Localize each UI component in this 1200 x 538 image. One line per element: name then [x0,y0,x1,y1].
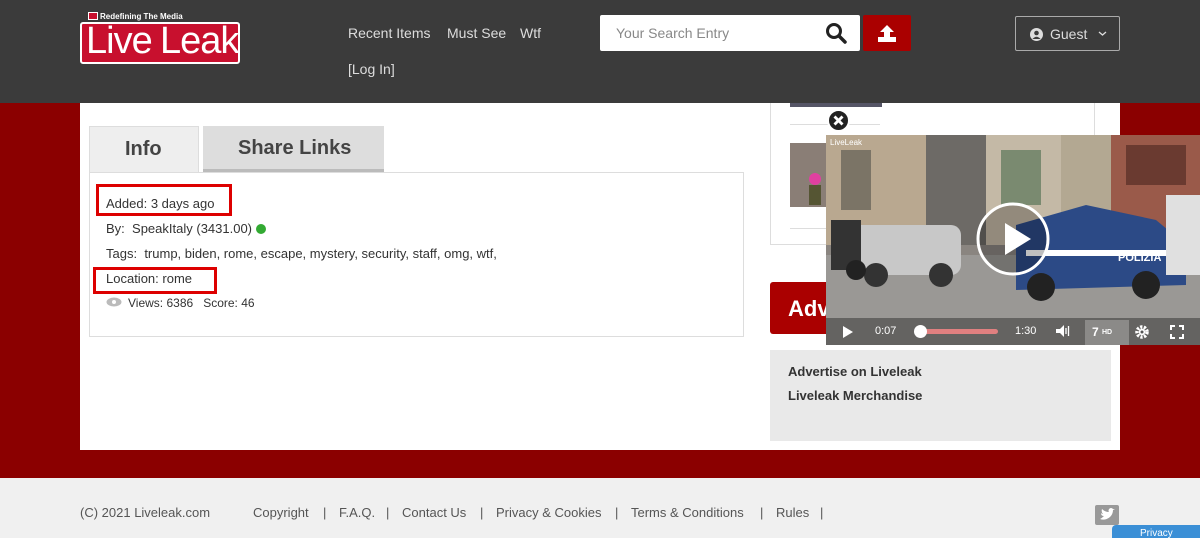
location-line: Location: rome [106,271,192,286]
chevron-down-icon [1098,31,1107,36]
tab-share-links[interactable]: Share Links [203,126,384,172]
score-value: 46 [241,296,255,310]
advertise-banner-text: Adv [788,296,830,321]
added-line: Added: 3 days ago [106,196,214,211]
progress-handle[interactable] [914,325,927,338]
tags-line: Tags: trump, biden, rome, escape, myster… [106,246,497,261]
search-input[interactable] [616,25,816,41]
twitter-bird-icon [1100,508,1115,520]
footer-copyright: (C) 2021 Liveleak.com [80,505,211,520]
tab-share-label: Share Links [238,137,352,159]
eye-icon [106,297,122,307]
online-status-icon [256,224,267,234]
play-overlay-icon[interactable] [975,201,1051,277]
tv-icon [88,12,98,20]
footer-link-terms[interactable]: Terms & Conditions [631,505,744,520]
current-time: 0:07 [875,325,897,337]
by-line: By: SpeakItaly (3431.00) [106,221,267,236]
footer-separator: | [323,505,327,520]
video-car-text: POLIZIA [1118,252,1161,264]
search-box [600,15,860,51]
views-score-line: Views: 6386 Score: 46 [128,296,255,310]
logo-word-leak: Leak [160,20,239,62]
settings-gear-icon[interactable] [1134,324,1150,340]
tags-list[interactable]: trump, biden, rome, escape, mystery, sec… [144,246,497,261]
search-icon[interactable] [825,22,847,44]
footer-link-privacy[interactable]: Privacy & Cookies [496,505,601,520]
footer-separator: | [386,505,390,520]
nav-wtf[interactable]: Wtf [520,25,541,41]
privacy-badge-label: Privacy [1140,528,1173,538]
footer-separator: | [760,505,764,520]
guest-label: Guest [1050,26,1088,42]
added-value: 3 days ago [150,196,215,211]
play-icon[interactable] [842,325,854,339]
nav-must-see[interactable]: Must See [447,25,506,41]
related-thumbnail[interactable] [790,103,882,107]
location-label: Location: [106,271,159,286]
footer-link-copyright[interactable]: Copyright [253,505,309,520]
volume-icon[interactable] [1055,324,1071,338]
tab-info-label: Info [125,138,162,160]
score-label: Score: [203,296,238,310]
views-label: Views: [128,296,164,310]
hd-label: HD [1102,329,1113,336]
quality-button[interactable]: 7 HD [1085,320,1129,345]
login-link[interactable]: [Log In] [348,61,395,77]
upload-button[interactable] [863,15,911,51]
fullscreen-icon[interactable] [1170,325,1184,339]
author-score: (3431.00) [196,221,253,236]
footer-separator: | [615,505,619,520]
author-link[interactable]: SpeakItaly [132,221,193,236]
footer-link-contact[interactable]: Contact Us [402,505,466,520]
views-value: 6386 [166,296,194,310]
progress-bar[interactable] [920,329,998,334]
tab-info[interactable]: Info [89,126,199,173]
video-player[interactable]: POLIZIA LiveLeak [826,135,1200,345]
user-icon [1030,28,1043,41]
footer-separator: | [820,505,824,520]
close-video-button[interactable] [827,109,850,132]
footer-link-rules[interactable]: Rules [776,505,809,520]
added-label: Added: [106,196,148,211]
close-icon [833,115,844,126]
duration: 1:30 [1015,325,1037,337]
upload-icon [878,25,896,42]
logo-word-live: Live [86,20,153,62]
location-value[interactable]: rome [162,271,192,286]
tags-label: Tags: [106,246,138,261]
nav-recent-items[interactable]: Recent Items [348,25,430,41]
quality-number: 7 [1092,325,1099,339]
advertise-link[interactable]: Advertise on Liveleak [788,364,922,379]
merchandise-link[interactable]: Liveleak Merchandise [788,388,922,403]
by-label: By: [106,221,125,236]
twitter-icon[interactable] [1095,505,1119,525]
video-watermark: LiveLeak [830,138,863,147]
footer-separator: | [480,505,484,520]
footer-link-faq[interactable]: F.A.Q. [339,505,375,520]
